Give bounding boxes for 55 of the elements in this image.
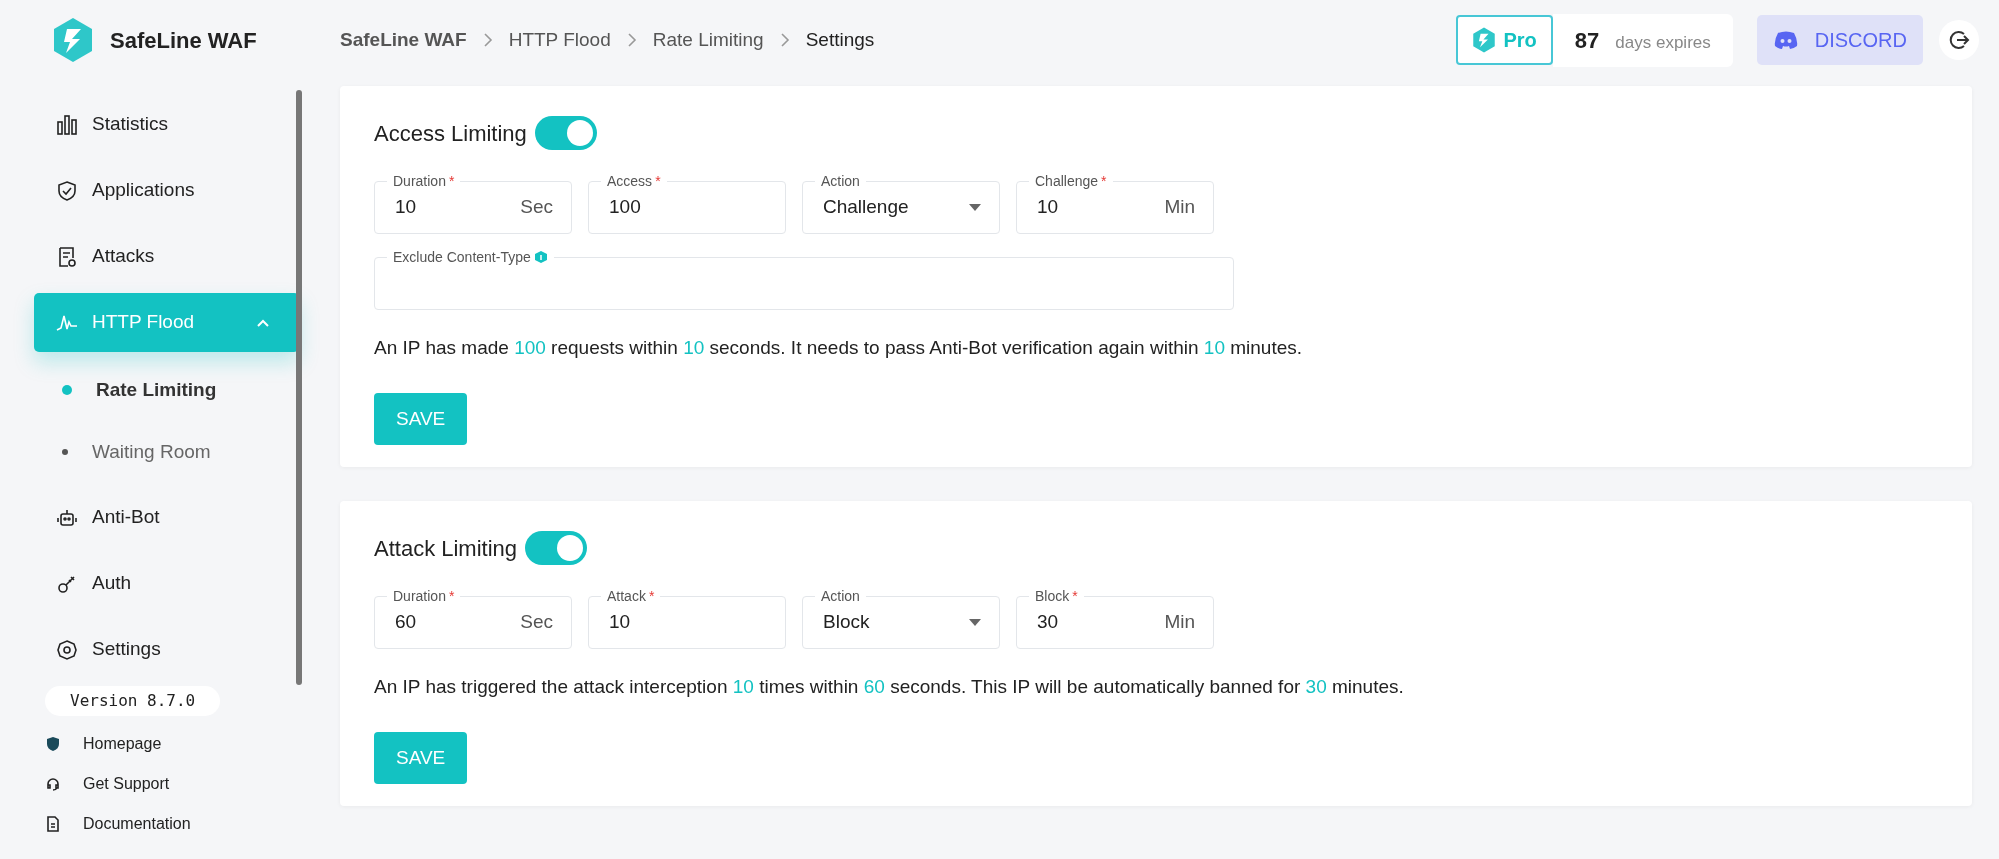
logout-icon <box>1948 29 1970 51</box>
select-field[interactable]: Action Challenge <box>802 174 1000 234</box>
logo-icon <box>1471 27 1496 53</box>
sidebar-item[interactable]: Anti-Bot <box>34 488 299 547</box>
shield-icon <box>56 179 78 202</box>
breadcrumb-link[interactable]: SafeLine WAF <box>340 25 467 55</box>
toggle-switch[interactable] <box>525 531 588 565</box>
logout-button[interactable] <box>1939 20 1979 60</box>
headset-icon <box>45 776 61 792</box>
dropdown-icon <box>969 618 981 626</box>
dropdown-icon <box>969 203 981 211</box>
pro-badge: Pro <box>1455 15 1553 65</box>
discord-button[interactable]: DISCORD <box>1756 15 1923 65</box>
select-field[interactable]: Action Block <box>802 589 1000 649</box>
chevron-icon <box>626 33 637 47</box>
input-field[interactable]: Duration * 60 Sec <box>374 589 572 649</box>
sidebar-item[interactable]: Statistics <box>34 95 299 154</box>
chevron-icon <box>482 33 493 47</box>
section-title: Access Limiting <box>374 119 527 148</box>
summary-text: An IP has triggered the attack interception 10 times within 60 seconds. This IP will be automatically banned for 30 minutes. <box>374 675 1405 699</box>
discord-icon <box>1772 30 1799 50</box>
input-field[interactable]: Challenge * 10 Min <box>1016 174 1214 234</box>
breadcrumb-current: Settings <box>805 27 875 52</box>
version-label: Version 8.7.0 <box>45 686 221 716</box>
toggle-switch[interactable] <box>534 116 597 150</box>
sidebar-item[interactable]: Settings <box>34 620 299 679</box>
sidebar-item[interactable]: Applications <box>34 161 299 220</box>
shield-icon <box>45 736 61 752</box>
sidebar-item[interactable]: Auth <box>34 554 299 613</box>
section-title: Attack Limiting <box>374 534 518 563</box>
input-field[interactable]: Duration * 10 Sec <box>374 174 572 234</box>
days-label: days expires <box>1615 31 1711 54</box>
chevron-icon <box>779 33 790 47</box>
input-field[interactable]: Access * 100 <box>588 174 786 234</box>
input-field[interactable]: Block * 30 Min <box>1016 589 1214 649</box>
input-field[interactable]: Exclude Content-Type <box>374 250 1234 310</box>
logo-icon <box>52 17 94 63</box>
sidebar-subitem[interactable]: Waiting Room <box>0 421 217 483</box>
summary-text: An IP has made 100 requests within 10 seconds. It needs to pass Anti-Bot verification again within 10 minutes. <box>374 336 1304 360</box>
days-count: 87 <box>1574 26 1600 55</box>
chevron-up-icon <box>257 318 269 327</box>
bar-chart-icon <box>56 113 78 136</box>
sidebar-subitem[interactable]: Rate Limiting <box>0 359 223 421</box>
info-icon <box>533 250 548 264</box>
input-field[interactable]: Attack * 10 <box>588 589 786 649</box>
sidebar-item[interactable]: Attacks <box>34 227 299 286</box>
sidebar-link[interactable]: Get Support <box>0 764 340 804</box>
breadcrumb-link[interactable]: HTTP Flood <box>508 25 611 55</box>
document-icon <box>45 816 61 832</box>
sidebar-link[interactable]: Documentation <box>0 804 340 844</box>
document-icon <box>56 245 78 268</box>
gear-icon <box>56 638 78 661</box>
sidebar-link[interactable]: Homepage <box>0 724 340 764</box>
breadcrumb-link[interactable]: Rate Limiting <box>652 25 764 55</box>
brand-name: SafeLine WAF <box>110 26 257 55</box>
